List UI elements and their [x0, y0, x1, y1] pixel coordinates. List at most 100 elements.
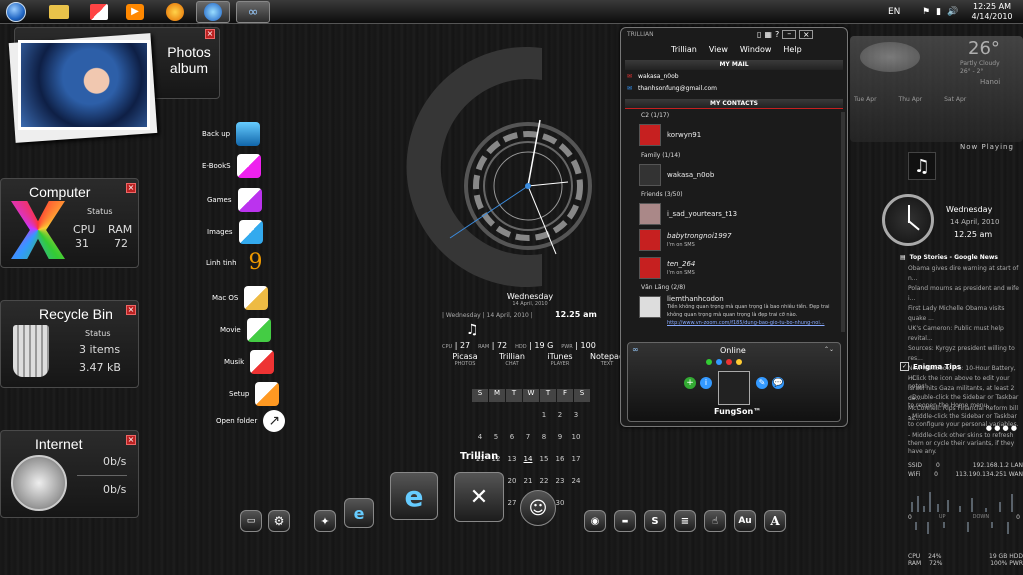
news-item[interactable]: Poland mourns as president and wife i...: [908, 284, 1023, 304]
dock-item-open-folder[interactable]: Open folder ↗: [216, 410, 286, 432]
font-a-dock-icon[interactable]: A: [764, 510, 786, 532]
internet-explorer-dock-icon[interactable]: e: [390, 472, 438, 520]
music-note-icon[interactable]: ♫: [466, 322, 479, 338]
dock-item-games[interactable]: Games: [207, 188, 262, 212]
calendar-day[interactable]: 15: [536, 455, 552, 468]
firefox-taskbar-icon[interactable]: [158, 1, 192, 23]
network-dot-icon[interactable]: [716, 359, 722, 365]
internet-close-button[interactable]: ×: [126, 435, 136, 445]
calendar-day[interactable]: 21: [520, 477, 536, 490]
contact-link[interactable]: http://www.vn-zoom.com/f185/dung-bao-gio…: [667, 320, 825, 326]
contact-row[interactable]: babytrongnoi1997 I'm on SMS: [639, 229, 839, 251]
anime-photo-image[interactable]: [18, 40, 150, 130]
calendar-day[interactable]: [568, 492, 584, 505]
calendar-day[interactable]: [472, 404, 488, 417]
my-contacts-header[interactable]: MY CONTACTS: [625, 99, 843, 109]
menu-view[interactable]: View: [709, 45, 728, 54]
news-item[interactable]: UK's Cameron: Public must help revital..…: [908, 324, 1023, 344]
launch-itunes[interactable]: iTunes PLAYER: [540, 352, 580, 367]
computer-close-button[interactable]: ×: [126, 183, 136, 193]
info-icon[interactable]: i: [700, 377, 712, 389]
weather-gadget[interactable]: 26° Partly Cloudy 26° - 2° Hanoi Tue Apr…: [850, 36, 1023, 142]
calendar-day[interactable]: 13: [504, 455, 520, 468]
mail-row-2[interactable]: ✉ thanhsonfung@gmail.com: [627, 85, 717, 92]
tray-icons[interactable]: ⚑ ▮ 🔊: [922, 0, 958, 24]
close-button[interactable]: ×: [799, 30, 814, 39]
calendar-day[interactable]: 27: [504, 499, 520, 512]
calendar-day[interactable]: 22: [536, 477, 552, 490]
news-item[interactable]: Sources: Kyrgyz president willing to res…: [908, 344, 1023, 364]
eye-dock-icon[interactable]: ◉: [584, 510, 606, 532]
calendar-day[interactable]: 1: [536, 411, 552, 424]
online-status[interactable]: Online: [720, 346, 746, 355]
network-dot-icon[interactable]: [726, 359, 732, 365]
group-family[interactable]: Family (1/14): [641, 152, 680, 159]
language-indicator[interactable]: EN: [888, 0, 900, 24]
calendar-day[interactable]: 20: [504, 477, 520, 490]
calendar-day[interactable]: 8: [536, 433, 552, 446]
trash-can-icon[interactable]: [13, 325, 49, 377]
calendar-day[interactable]: 2: [552, 411, 568, 424]
launch-picasa[interactable]: Picasa PHOTOS: [446, 352, 484, 367]
explorer-taskbar-icon[interactable]: [42, 1, 76, 23]
dock-item-macos[interactable]: Mac OS: [212, 286, 269, 310]
skype-dock-icon[interactable]: S: [644, 510, 666, 532]
user-avatar[interactable]: [718, 371, 750, 405]
monitor-dock-icon[interactable]: ▭: [240, 510, 262, 532]
recycle-close-button[interactable]: ×: [126, 305, 136, 315]
dock-item-linh-tinh[interactable]: Linh tinh 9: [206, 250, 263, 275]
now-playing-music-icon[interactable]: ♫: [908, 152, 936, 180]
trillian-dock-icon[interactable]: ✕: [454, 472, 504, 522]
add-contact-icon[interactable]: +: [684, 377, 696, 389]
battery-dock-icon[interactable]: ▬: [614, 510, 636, 532]
menu-trillian[interactable]: Trillian: [671, 45, 697, 54]
messenger-dock-icon[interactable]: ☺: [520, 490, 556, 526]
news-item[interactable]: First Lady Michelle Obama visits quake .…: [908, 304, 1023, 324]
contact-row[interactable]: korwyn91: [639, 124, 839, 146]
dock-item-backup[interactable]: Back up: [202, 122, 261, 146]
dock-item-images[interactable]: Images: [207, 220, 263, 244]
notes-dock-icon[interactable]: ≡: [674, 510, 696, 532]
paint-taskbar-icon[interactable]: [82, 1, 116, 23]
calendar-day[interactable]: 9: [552, 433, 568, 446]
calendar-day[interactable]: 16: [552, 455, 568, 468]
calendar-day[interactable]: 6: [504, 433, 520, 446]
calendar-day[interactable]: 23: [552, 477, 568, 490]
contact-row[interactable]: liemthanhcodon Tiền không quan trọng mà q…: [639, 296, 835, 327]
contact-row[interactable]: wakasa_n0ob: [639, 164, 839, 186]
network-dot-icon[interactable]: [736, 359, 742, 365]
start-button[interactable]: [3, 1, 29, 23]
trillian-taskbar-icon[interactable]: ∞: [236, 1, 270, 23]
contact-row[interactable]: i_sad_yourtears_t13: [639, 203, 839, 225]
dock-item-movie[interactable]: Movie: [220, 318, 271, 342]
my-mail-header[interactable]: MY MAIL: [625, 60, 843, 70]
group-c2[interactable]: C2 (1/17): [641, 112, 669, 119]
group-friends[interactable]: Friends (3/50): [641, 191, 683, 198]
chat-icon[interactable]: 💬: [772, 377, 784, 389]
media-player-taskbar-icon[interactable]: ▶: [118, 1, 152, 23]
calendar-day[interactable]: [504, 404, 520, 417]
mail-row-1[interactable]: ✉ wakasa_n0ob: [627, 73, 679, 80]
help-icon[interactable]: ?: [775, 30, 779, 39]
menu-window[interactable]: Window: [740, 45, 772, 54]
calendar-day[interactable]: 7: [520, 433, 536, 446]
calendar-day[interactable]: 10: [568, 433, 584, 446]
ie-small-dock-icon[interactable]: e: [344, 498, 374, 528]
calendar-day[interactable]: [488, 404, 504, 417]
dock-item-setup[interactable]: Setup: [229, 382, 280, 406]
news-item[interactable]: Obama gives dire warning at start of n..…: [908, 264, 1023, 284]
minimize-button[interactable]: –: [782, 30, 797, 39]
calendar-day[interactable]: 14: [520, 455, 536, 468]
browser-taskbar-icon[interactable]: [196, 1, 230, 23]
menu-help[interactable]: Help: [783, 45, 801, 54]
checkbox-icon[interactable]: ✓: [900, 362, 909, 371]
flag-icon[interactable]: ⚑: [922, 7, 930, 17]
layout-icon[interactable]: ▦: [764, 30, 772, 39]
dock-item-ebooks[interactable]: E-BookS: [202, 154, 261, 178]
font-au-dock-icon[interactable]: Au: [734, 510, 756, 532]
page-icon[interactable]: ▯: [757, 30, 761, 39]
status-arrows[interactable]: ⌃⌄: [824, 346, 834, 353]
group-van-lang[interactable]: Văn Lãng (2/8): [641, 284, 685, 291]
photos-close-button[interactable]: ×: [205, 29, 215, 39]
calendar-day[interactable]: 4: [472, 433, 488, 446]
